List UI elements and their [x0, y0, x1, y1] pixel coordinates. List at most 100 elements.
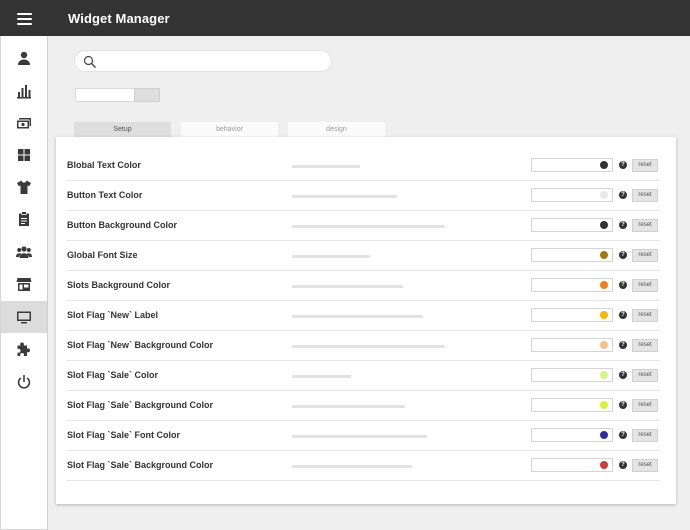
sidebar-item-plugins[interactable]: [1, 333, 47, 365]
search-icon: [83, 55, 96, 68]
reset-button[interactable]: reset: [632, 369, 658, 382]
setting-row: Global Font Size? reset: [66, 241, 660, 271]
sidebar-item-dashboard[interactable]: [1, 139, 47, 171]
reset-button[interactable]: reset: [632, 219, 658, 232]
power-icon: [17, 375, 31, 389]
setting-label: Slot Flag `New` Background Color: [67, 340, 214, 350]
color-swatch[interactable]: [600, 311, 608, 319]
color-value-input[interactable]: [531, 398, 613, 412]
sidebar-item-finance[interactable]: [1, 107, 47, 139]
help-icon[interactable]: ?: [619, 251, 627, 259]
color-swatch[interactable]: [600, 191, 608, 199]
reset-button[interactable]: reset: [632, 279, 658, 292]
sidebar: [0, 36, 48, 530]
setting-label: Button Text Color: [67, 190, 143, 200]
setting-label: Global Font Size: [67, 250, 138, 260]
setting-description-placeholder: [292, 315, 423, 318]
money-icon: [17, 118, 31, 129]
color-swatch[interactable]: [600, 161, 608, 169]
tshirt-icon: [17, 180, 31, 194]
setting-description-placeholder: [292, 375, 351, 378]
sidebar-item-customers[interactable]: [1, 236, 47, 268]
help-icon[interactable]: ?: [619, 191, 627, 199]
setting-description-placeholder: [292, 405, 405, 408]
setting-label: Slot Flag `Sale` Background Color: [67, 400, 214, 410]
color-value-input[interactable]: [531, 458, 613, 472]
color-value-input[interactable]: [531, 158, 613, 172]
reset-button[interactable]: reset: [632, 189, 658, 202]
color-value-input[interactable]: [531, 368, 613, 382]
sidebar-item-widgets[interactable]: [1, 301, 47, 333]
widget-select-input[interactable]: [75, 88, 135, 102]
store-icon: [16, 278, 32, 291]
reset-button[interactable]: reset: [632, 339, 658, 352]
search-bar: [74, 50, 332, 72]
setting-label: Slot Flag `Sale` Font Color: [67, 430, 180, 440]
color-swatch[interactable]: [600, 221, 608, 229]
help-icon[interactable]: ?: [619, 311, 627, 319]
color-swatch[interactable]: [600, 341, 608, 349]
sidebar-item-statistics[interactable]: [1, 75, 47, 107]
color-value-input[interactable]: [531, 278, 613, 292]
color-value-input[interactable]: [531, 218, 613, 232]
color-value-input[interactable]: [531, 188, 613, 202]
setting-row: Button Text Color? reset: [66, 181, 660, 211]
sidebar-item-store[interactable]: [1, 268, 47, 300]
user-icon: [18, 51, 30, 65]
help-icon[interactable]: ?: [619, 461, 627, 469]
reset-button[interactable]: reset: [632, 309, 658, 322]
help-icon[interactable]: ?: [619, 431, 627, 439]
setting-description-placeholder: [292, 285, 403, 288]
color-swatch[interactable]: [600, 281, 608, 289]
reset-button[interactable]: reset: [632, 159, 658, 172]
tab-behavior[interactable]: behavior: [181, 122, 278, 137]
color-value-input[interactable]: [531, 338, 613, 352]
sidebar-item-orders[interactable]: [1, 203, 47, 235]
setting-description-placeholder: [292, 435, 427, 438]
color-value-input[interactable]: [531, 248, 613, 262]
color-value-input[interactable]: [531, 308, 613, 322]
setting-row: Slot Flag `Sale` Background Color? reset: [66, 451, 660, 481]
reset-button[interactable]: reset: [632, 429, 658, 442]
color-swatch[interactable]: [600, 401, 608, 409]
help-icon[interactable]: ?: [619, 401, 627, 409]
setting-label: Blobal Text Color: [67, 160, 141, 170]
setting-row: Slot Flag `Sale` Background Color? reset: [66, 391, 660, 421]
reset-button[interactable]: reset: [632, 249, 658, 262]
tab-setup[interactable]: Setup: [74, 122, 171, 137]
help-icon[interactable]: ?: [619, 221, 627, 229]
color-value-input[interactable]: [531, 428, 613, 442]
widget-select-button[interactable]: [134, 88, 160, 102]
grid-icon: [18, 149, 30, 161]
setting-label: Button Background Color: [67, 220, 177, 230]
reset-button[interactable]: reset: [632, 399, 658, 412]
search-input[interactable]: [101, 53, 325, 69]
help-icon[interactable]: ?: [619, 161, 627, 169]
setting-row: Slot Flag `Sale` Color? reset: [66, 361, 660, 391]
sidebar-item-users-profile[interactable]: [1, 42, 47, 74]
setting-row: Slot Flag `New` Label? reset: [66, 301, 660, 331]
setting-row: Button Background Color? reset: [66, 211, 660, 241]
help-icon[interactable]: ?: [619, 371, 627, 379]
help-icon[interactable]: ?: [619, 281, 627, 289]
app-title: Widget Manager: [68, 11, 170, 26]
monitor-icon: [17, 311, 31, 324]
setting-row: Blobal Text Color? reset: [66, 151, 660, 181]
color-swatch[interactable]: [600, 251, 608, 259]
setting-row: Slots Background Color? reset: [66, 271, 660, 301]
color-swatch[interactable]: [600, 461, 608, 469]
reset-button[interactable]: reset: [632, 459, 658, 472]
sidebar-item-logout[interactable]: [1, 366, 47, 398]
clipboard-icon: [19, 212, 29, 226]
puzzle-icon: [17, 342, 30, 356]
color-swatch[interactable]: [600, 371, 608, 379]
setting-description-placeholder: [292, 165, 360, 168]
hamburger-menu-icon[interactable]: [10, 8, 38, 28]
tab-design[interactable]: design: [288, 122, 385, 137]
setting-description-placeholder: [292, 345, 445, 348]
help-icon[interactable]: ?: [619, 341, 627, 349]
setting-label: Slot Flag `New` Label: [67, 310, 159, 320]
color-swatch[interactable]: [600, 431, 608, 439]
sidebar-item-products[interactable]: [1, 171, 47, 203]
setting-row: Slot Flag `New` Background Color? reset: [66, 331, 660, 361]
